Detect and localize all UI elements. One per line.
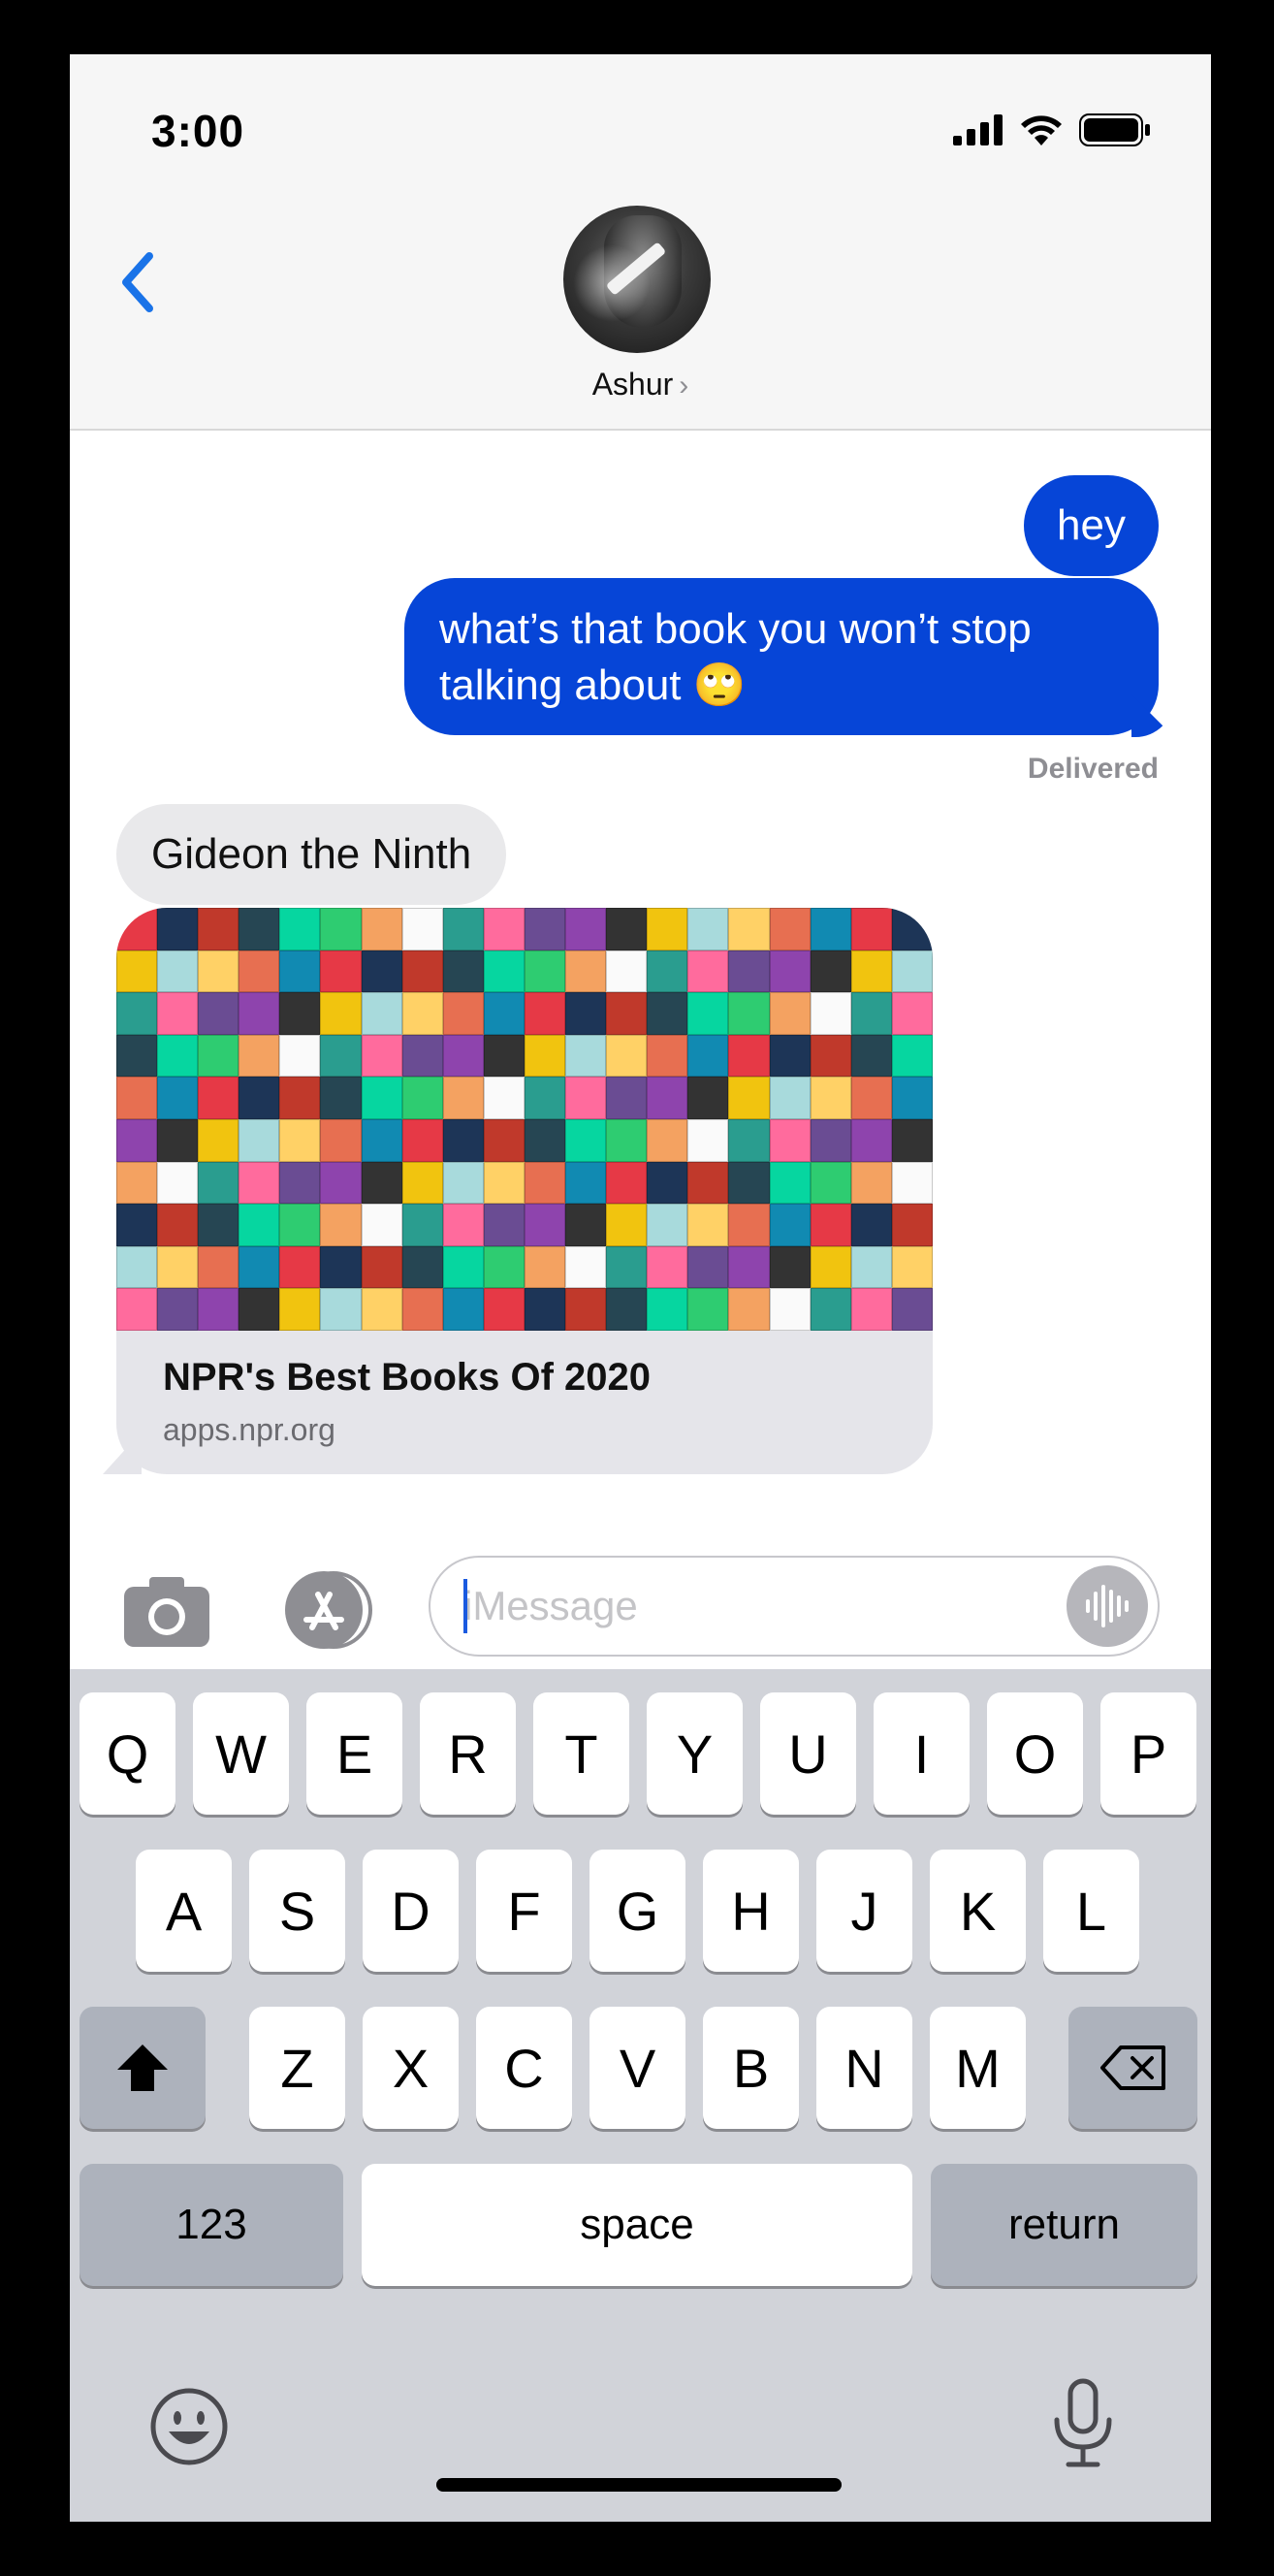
imessage-input[interactable] bbox=[429, 1556, 1160, 1657]
key-e[interactable]: E bbox=[306, 1692, 402, 1815]
outgoing-message[interactable]: what’s that book you won’t stop talking … bbox=[404, 578, 1159, 735]
incoming-message[interactable]: Gideon the Ninth bbox=[116, 804, 507, 905]
key-i[interactable]: I bbox=[874, 1692, 970, 1815]
contact-name-button[interactable]: Ashur › bbox=[70, 367, 1211, 402]
link-preview-domain: apps.npr.org bbox=[163, 1412, 335, 1447]
numbers-key[interactable]: 123 bbox=[80, 2164, 343, 2286]
wifi-icon bbox=[1021, 115, 1062, 145]
shift-icon bbox=[117, 2045, 168, 2091]
key-m[interactable]: M bbox=[930, 2007, 1026, 2129]
key-a[interactable]: A bbox=[136, 1850, 232, 1972]
key-z[interactable]: Z bbox=[249, 2007, 345, 2129]
conversation-header: 3:00 Ashur › bbox=[70, 54, 1211, 431]
key-u[interactable]: U bbox=[760, 1692, 856, 1815]
key-q[interactable]: Q bbox=[80, 1692, 175, 1815]
key-k[interactable]: K bbox=[930, 1850, 1026, 1972]
key-d[interactable]: D bbox=[363, 1850, 459, 1972]
key-c[interactable]: C bbox=[476, 2007, 572, 2129]
audio-waveform-icon[interactable] bbox=[1067, 1565, 1148, 1647]
microphone-icon[interactable] bbox=[1049, 2377, 1117, 2470]
key-y[interactable]: Y bbox=[647, 1692, 743, 1815]
return-key[interactable]: return bbox=[931, 2164, 1197, 2286]
status-icons bbox=[953, 111, 1151, 149]
key-t[interactable]: T bbox=[533, 1692, 629, 1815]
signal-icon bbox=[953, 114, 1003, 145]
contact-name: Ashur bbox=[591, 367, 674, 402]
home-indicator[interactable] bbox=[436, 2478, 842, 2492]
key-j[interactable]: J bbox=[816, 1850, 912, 1972]
key-r[interactable]: R bbox=[420, 1692, 516, 1815]
battery-icon bbox=[1079, 113, 1150, 146]
key-b[interactable]: B bbox=[703, 2007, 799, 2129]
key-o[interactable]: O bbox=[987, 1692, 1083, 1815]
messages-screen: 3:00 Ashur › hey what’s that book you wo… bbox=[70, 54, 1211, 2522]
contact-avatar[interactable] bbox=[563, 206, 711, 353]
link-preview-image bbox=[116, 908, 933, 1331]
text-cursor bbox=[463, 1579, 467, 1633]
key-w[interactable]: W bbox=[193, 1692, 289, 1815]
app-store-icon[interactable] bbox=[273, 1569, 378, 1651]
emoji-icon[interactable] bbox=[149, 2387, 229, 2466]
chevron-right-icon: › bbox=[679, 370, 689, 402]
key-g[interactable]: G bbox=[589, 1850, 685, 1972]
shift-key[interactable] bbox=[80, 2007, 206, 2129]
space-key[interactable]: space bbox=[362, 2164, 912, 2286]
back-chevron-icon[interactable] bbox=[109, 239, 167, 326]
link-preview-card[interactable]: NPR's Best Books Of 2020 apps.npr.org bbox=[116, 908, 933, 1474]
key-v[interactable]: V bbox=[589, 2007, 685, 2129]
delete-key[interactable] bbox=[1068, 2007, 1197, 2129]
key-h[interactable]: H bbox=[703, 1850, 799, 1972]
status-time: 3:00 bbox=[151, 106, 245, 156]
keyboard: QWERTYUIOP ASDFGHJKL ZXCVBNM 123 space r… bbox=[70, 1669, 1211, 2522]
key-p[interactable]: P bbox=[1100, 1692, 1196, 1815]
camera-icon[interactable] bbox=[120, 1573, 213, 1651]
key-s[interactable]: S bbox=[249, 1850, 345, 1972]
key-l[interactable]: L bbox=[1043, 1850, 1139, 1972]
link-preview-title: NPR's Best Books Of 2020 bbox=[163, 1356, 652, 1399]
delete-icon bbox=[1099, 2045, 1165, 2090]
key-f[interactable]: F bbox=[476, 1850, 572, 1972]
outgoing-message[interactable]: hey bbox=[1024, 475, 1159, 576]
key-x[interactable]: X bbox=[363, 2007, 459, 2129]
key-n[interactable]: N bbox=[816, 2007, 912, 2129]
delivered-status: Delivered bbox=[1027, 753, 1159, 785]
